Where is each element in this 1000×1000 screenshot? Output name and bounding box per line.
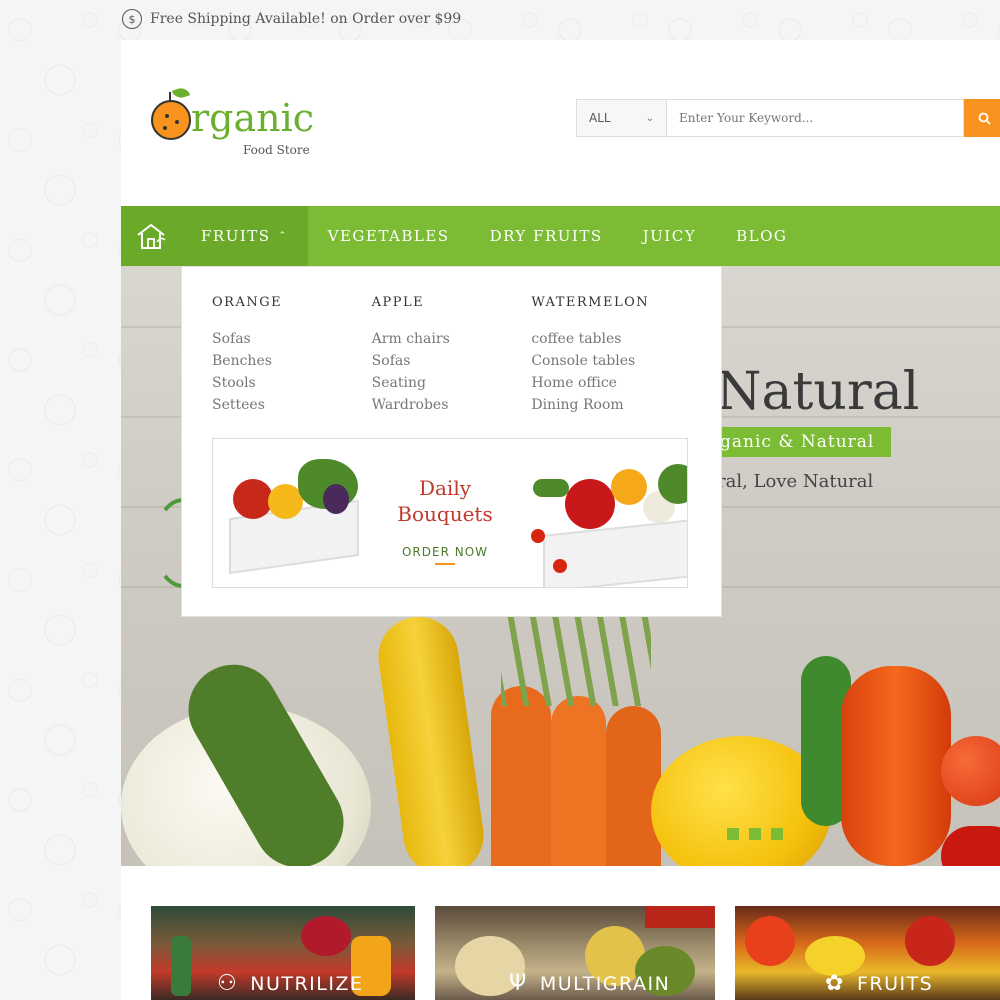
search-bar: ALL ⌄ [576, 99, 1000, 137]
category-select-value: ALL [589, 111, 611, 125]
mega-menu-heading[interactable]: APPLE [372, 295, 532, 310]
nav-item-label: VEGETABLES [327, 227, 450, 245]
carrot-image [606, 706, 661, 866]
banner-title: Daily Bouquets [397, 476, 493, 526]
home-button[interactable] [121, 206, 181, 266]
hero-subtitle: ral, Love Natural [717, 471, 874, 492]
category-card-fruits[interactable]: ✿ FRUITS [735, 906, 1000, 1000]
mega-menu-link[interactable]: Home office [531, 372, 691, 394]
mega-menu-link[interactable]: Benches [212, 350, 372, 372]
category-label: MULTIGRAIN [539, 972, 671, 995]
mega-menu-column-watermelon: WATERMELON coffee tables Console tables … [531, 295, 691, 416]
leaf-icon [171, 85, 191, 101]
daily-bouquets-banner[interactable]: Daily Bouquets ORDER NOW [212, 438, 688, 588]
nav-item-dry-fruits[interactable]: DRY FRUITS [470, 206, 623, 266]
mega-menu-link[interactable]: Dining Room [531, 394, 691, 416]
vegetable-crate-image [543, 519, 687, 587]
mega-menu-link[interactable]: Arm chairs [372, 328, 532, 350]
slider-pagination [727, 828, 783, 840]
carrot-image [491, 686, 551, 866]
nav-item-fruits[interactable]: FRUITS ⌃ [181, 206, 308, 266]
mega-menu-heading[interactable]: WATERMELON [531, 295, 691, 310]
category-card-nutrilize[interactable]: ⚇ NUTRILIZE [151, 906, 415, 1000]
red-pepper-image [941, 826, 1000, 866]
order-now-link[interactable]: ORDER NOW [395, 545, 495, 559]
chevron-up-icon: ⌃ [278, 231, 288, 241]
dollar-icon: $ [122, 9, 142, 29]
mega-menu-link[interactable]: Wardrobes [372, 394, 532, 416]
zucchini-image [373, 611, 489, 866]
mega-menu-link[interactable]: Settees [212, 394, 372, 416]
bottle-icon: ⚇ [217, 971, 239, 996]
mega-menu-link[interactable]: Console tables [531, 350, 691, 372]
orange-icon [151, 100, 191, 140]
cherry-icon: ✿ [825, 971, 845, 996]
mega-menu-column-apple: APPLE Arm chairs Sofas Seating Wardrobes [372, 295, 532, 416]
category-label: NUTRILIZE [250, 972, 364, 995]
nav-item-vegetables[interactable]: VEGETABLES [308, 206, 470, 266]
carrot-image [551, 696, 606, 866]
page-container: rganic Food Store ALL ⌄ FRUITS [121, 40, 1000, 1000]
nav-item-label: JUICY [642, 227, 697, 245]
chevron-down-icon: ⌄ [645, 112, 654, 124]
fruits-mega-menu: ORANGE Sofas Benches Stools Settees APPL… [181, 266, 722, 617]
nav-item-blog[interactable]: BLOG [716, 206, 807, 266]
category-card-multigrain[interactable]: Ψ MULTIGRAIN [435, 906, 715, 1000]
slider-dot[interactable] [749, 828, 761, 840]
wheat-icon: Ψ [509, 971, 528, 996]
search-button[interactable] [964, 99, 1000, 137]
hero-badge: ganic & Natural [700, 427, 891, 457]
slider-dot[interactable] [727, 828, 739, 840]
search-icon [978, 112, 991, 125]
slider-dot[interactable] [771, 828, 783, 840]
mega-menu-link[interactable]: Stools [212, 372, 372, 394]
mega-menu-heading[interactable]: ORANGE [212, 295, 372, 310]
home-icon [137, 223, 166, 249]
category-select[interactable]: ALL ⌄ [576, 99, 666, 137]
top-bar: $ Free Shipping Available! on Order over… [122, 0, 1000, 38]
search-input[interactable] [666, 99, 964, 137]
logo-wordmark: rganic [191, 96, 315, 140]
nav-item-label: DRY FRUITS [489, 227, 603, 245]
main-nav: FRUITS ⌃ VEGETABLES DRY FRUITS JUICY BLO… [121, 206, 1000, 266]
mega-menu-link[interactable]: Sofas [212, 328, 372, 350]
shipping-notice: Free Shipping Available! on Order over $… [150, 11, 462, 27]
site-logo[interactable]: rganic Food Store [149, 85, 349, 166]
hero-title: Natural [716, 362, 920, 422]
nav-item-label: BLOG [736, 227, 788, 245]
nav-item-juicy[interactable]: JUICY [623, 206, 716, 266]
nav-item-label: FRUITS [201, 227, 271, 245]
mega-menu-link[interactable]: coffee tables [531, 328, 691, 350]
orange-pepper-image [841, 666, 951, 866]
mega-menu-link[interactable]: Sofas [372, 350, 532, 372]
category-label: FRUITS [856, 972, 934, 995]
mega-menu-column-orange: ORANGE Sofas Benches Stools Settees [212, 295, 372, 416]
logo-tagline: Food Store [243, 143, 310, 157]
mega-menu-link[interactable]: Seating [372, 372, 532, 394]
